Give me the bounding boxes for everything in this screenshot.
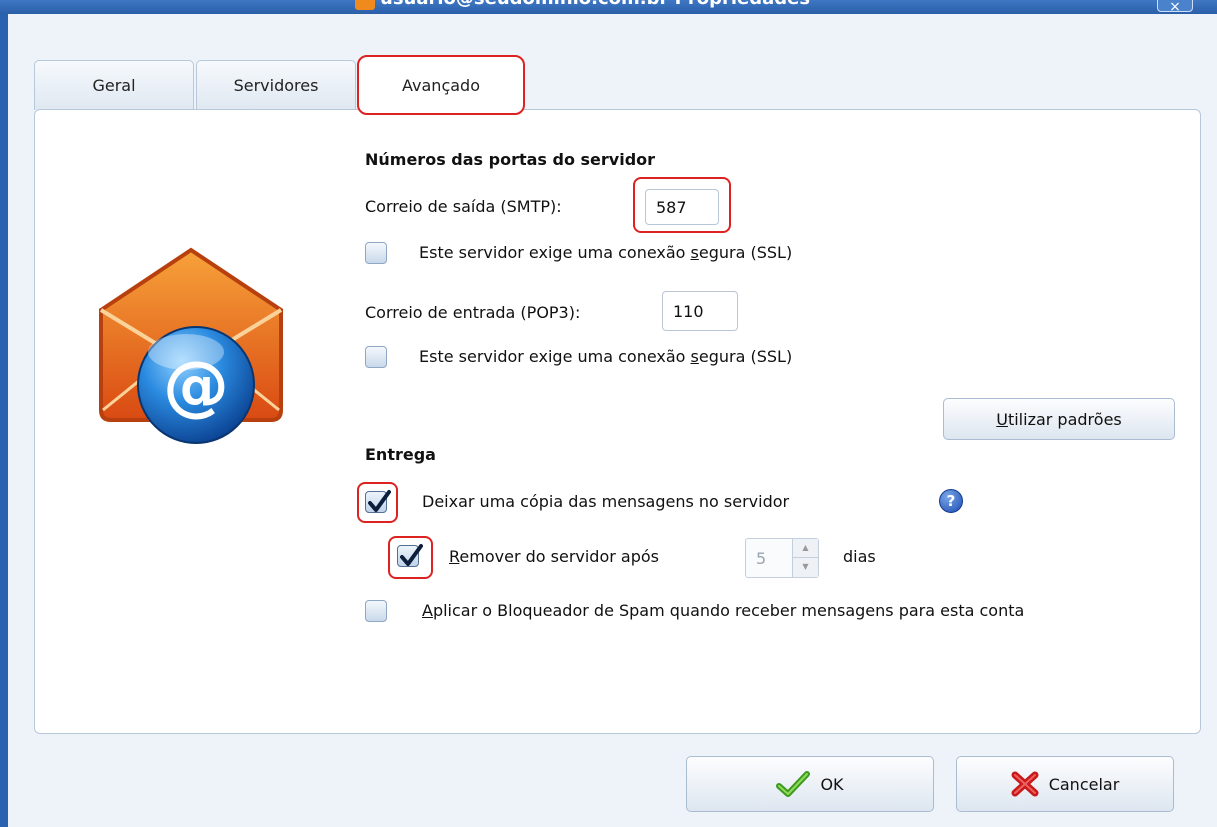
email-account-icon: @ [99,247,283,444]
smtp-ssl-label-text-end: egura (SSL) [698,243,793,262]
cancel-button[interactable]: Cancelar [956,756,1174,812]
cancel-label: Cancelar [1048,774,1120,794]
days-label: dias [843,547,876,566]
smtp-port-label: Correio de saída (SMTP): [365,197,562,216]
window-title: usuario@seudominio.com.br Propriedades [380,0,810,9]
pop3-ssl-label: Este servidor exige uma conexão segura (… [419,347,792,366]
tab-avancado[interactable]: Avançado [357,55,525,115]
mail-app-icon [355,0,375,10]
use-defaults-text: tilizar padrões [1007,409,1122,429]
ok-button[interactable]: OK [686,756,934,812]
properties-dialog: Geral Servidores Avançado @ Números das … [8,14,1217,827]
ok-label: OK [820,774,844,794]
remove-after-text: emover do servidor após [459,547,659,566]
tab-label: Geral [92,76,136,95]
spam-filter-accel: A [422,601,433,620]
pop3-ssl-checkbox[interactable] [365,346,387,368]
use-defaults-button[interactable]: Utilizar padrões [943,398,1175,440]
smtp-ssl-label: Este servidor exige uma conexão segura (… [419,243,792,262]
tab-geral[interactable]: Geral [34,60,194,110]
smtp-port-highlight [633,177,731,233]
smtp-ssl-label-text: Este servidor exige uma conexão [419,243,691,262]
spin-up-arrow-icon[interactable]: ▲ [792,539,818,558]
pop3-port-label: Correio de entrada (POP3): [365,303,581,322]
pop3-ssl-label-text: Este servidor exige uma conexão [419,347,691,366]
smtp-ssl-label-accel: s [690,243,699,262]
pop3-port-input[interactable]: 110 [662,291,738,331]
remove-after-highlight [388,536,433,579]
svg-text:@: @ [163,347,229,424]
tab-servidores[interactable]: Servidores [196,60,356,110]
pop3-ssl-label-text-end: egura (SSL) [698,347,793,366]
delivery-heading: Entrega [365,445,436,464]
tab-label: Servidores [233,76,319,95]
spam-filter-checkbox[interactable] [365,600,387,622]
red-x-icon [1011,771,1039,797]
tab-label: Avançado [402,75,480,95]
pop3-ssl-label-accel: s [690,347,699,366]
advanced-panel: @ Números das portas do servidor Correio… [34,109,1201,734]
remove-after-label: Remover do servidor após [449,547,659,566]
window-close-button[interactable]: × [1157,0,1193,14]
leave-copy-label: Deixar uma cópia das mensagens no servid… [422,492,790,511]
remove-after-accel: R [449,547,460,566]
smtp-ssl-checkbox[interactable] [365,242,387,264]
remove-days-spinner[interactable]: 5 ▲ ▼ [745,538,819,578]
remove-days-value: 5 [756,549,767,568]
spam-filter-text: plicar o Bloqueador de Spam quando receb… [432,601,1025,620]
checkmark-icon [776,771,811,797]
window-titlebar: usuario@seudominio.com.br Propriedades × [0,0,1217,14]
spin-down-arrow-icon[interactable]: ▼ [792,558,818,577]
use-defaults-accel: U [996,409,1008,429]
spam-filter-label: Aplicar o Bloqueador de Spam quando rece… [422,601,1024,620]
question-help-icon[interactable]: ? [939,489,963,513]
server-ports-heading: Números das portas do servidor [365,150,656,169]
leave-copy-highlight [357,482,398,523]
use-defaults-label: Utilizar padrões [996,410,1122,429]
